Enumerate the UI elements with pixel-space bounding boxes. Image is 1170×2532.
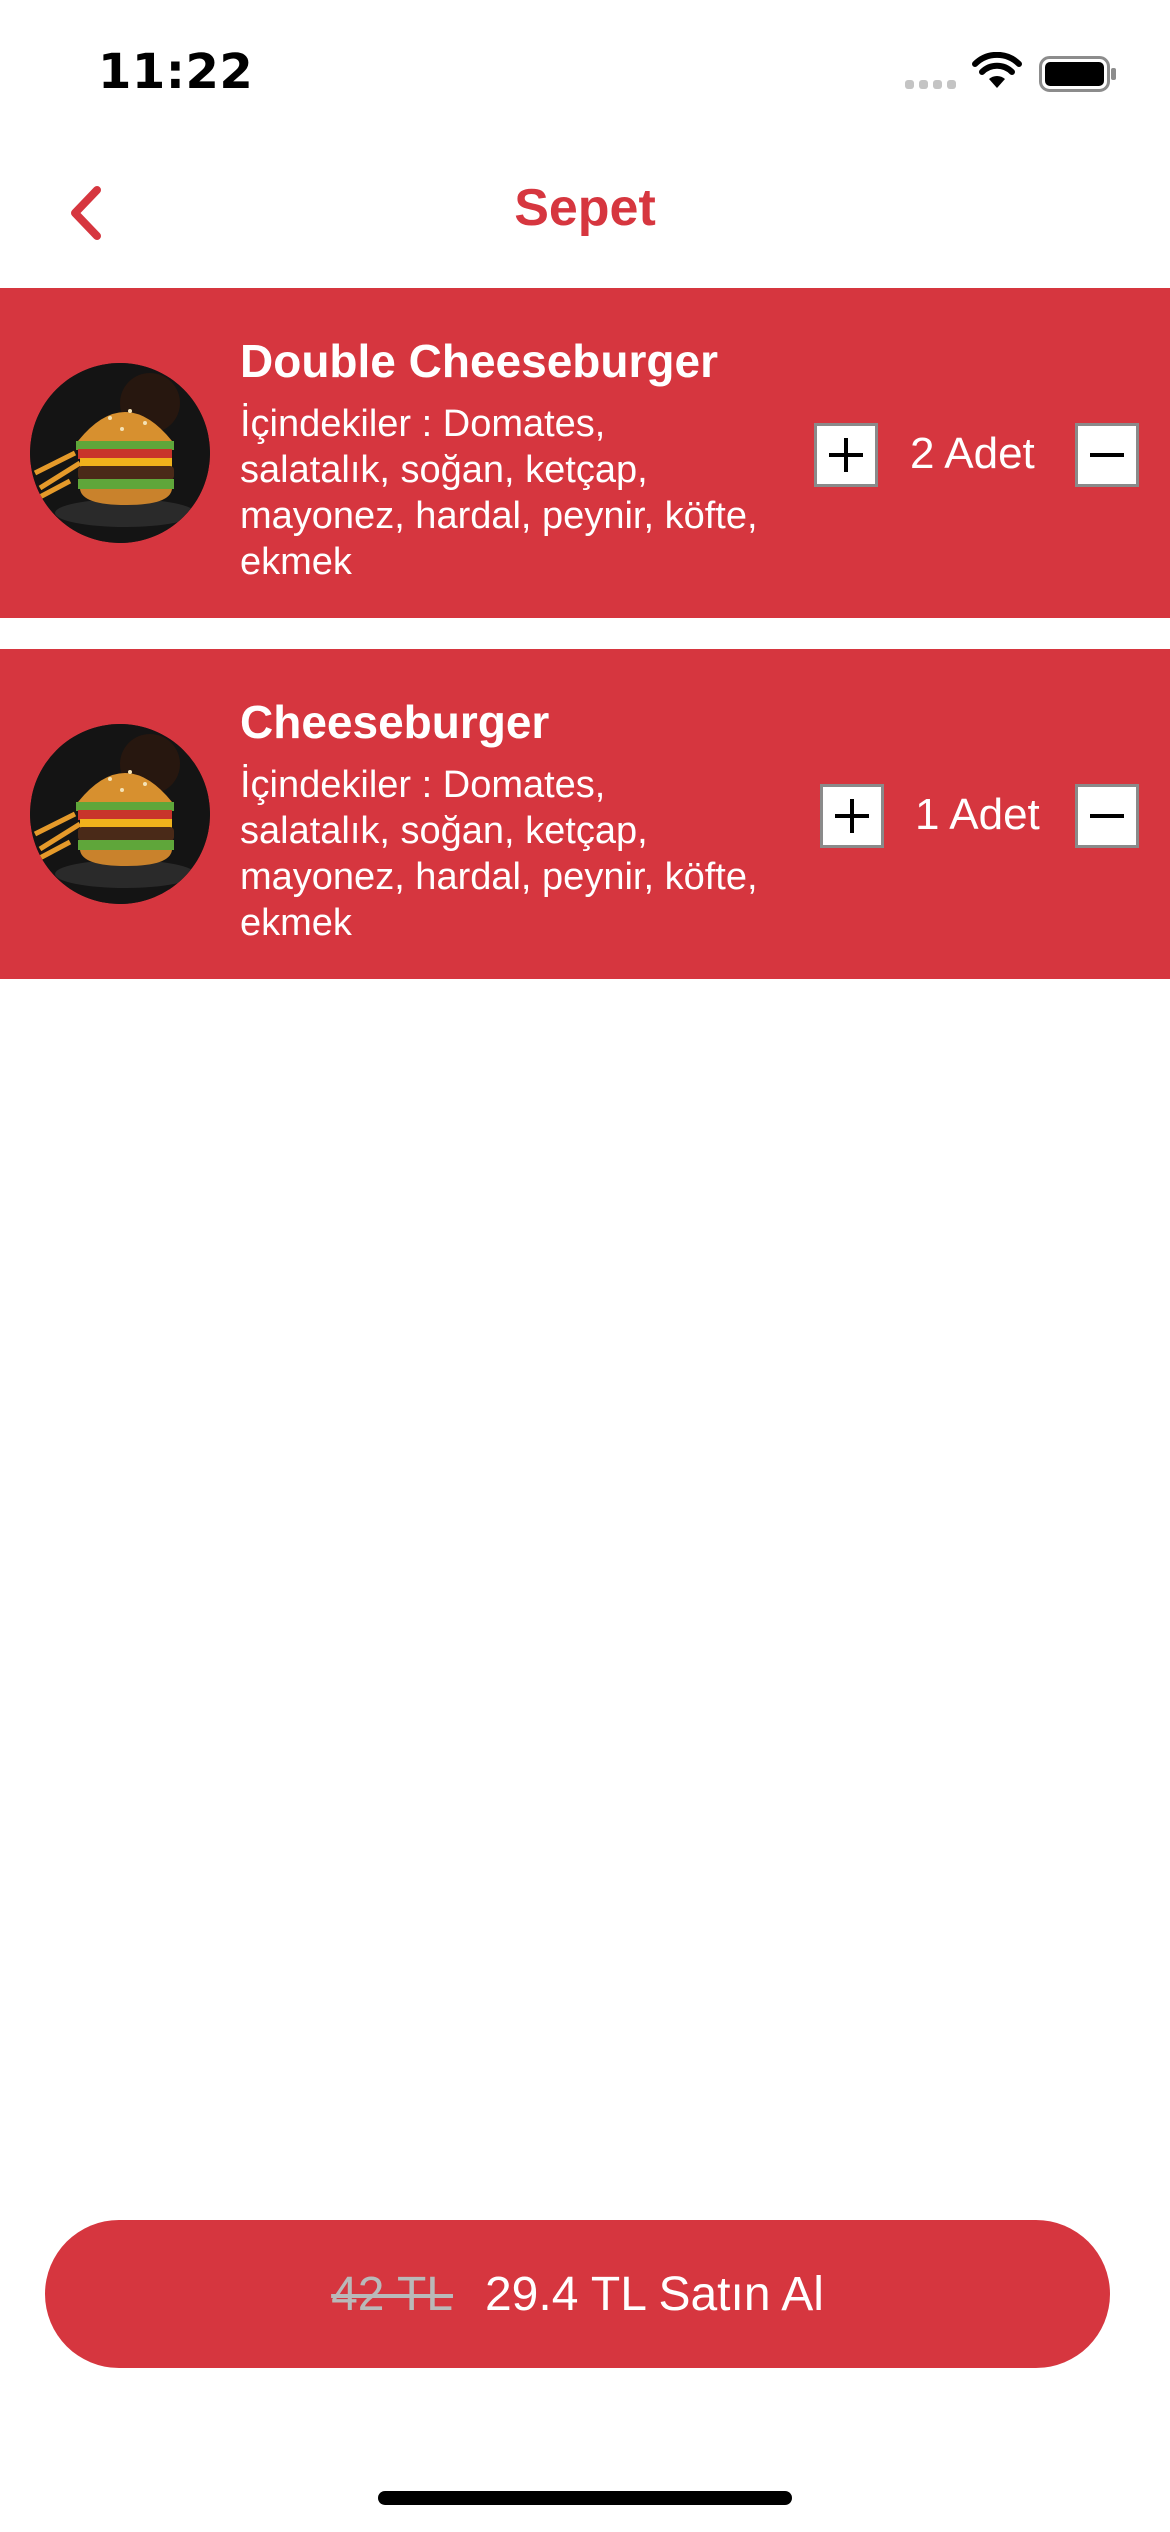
increase-quantity-button[interactable]	[820, 784, 884, 848]
quantity-label: 2 Adet	[910, 429, 1035, 478]
page-title: Sepet	[514, 179, 656, 237]
increase-quantity-button[interactable]	[814, 423, 878, 487]
cellular-signal-icon	[905, 80, 956, 89]
battery-icon	[1039, 56, 1116, 92]
cart-screen: 11:22 Sepet Double Cheeseburger İçindeki…	[0, 0, 1170, 2532]
navigation-bar: Sepet	[0, 140, 1170, 288]
home-indicator[interactable]	[378, 2491, 792, 2505]
plus-icon	[835, 799, 869, 833]
buy-button[interactable]: 42 TL 29.4 TL Satın Al	[45, 2220, 1110, 2368]
minus-icon	[1090, 453, 1124, 457]
original-price: 42 TL	[331, 2267, 453, 2321]
buy-label: 29.4 TL Satın Al	[484, 2267, 824, 2321]
burger-image	[30, 363, 210, 543]
decrease-quantity-button[interactable]	[1075, 784, 1139, 848]
cart-item: Cheeseburger İçindekiler : Domates, sala…	[0, 649, 1170, 979]
plus-icon	[829, 438, 863, 472]
wifi-icon	[972, 52, 1022, 88]
minus-icon	[1090, 814, 1124, 818]
status-bar: 11:22	[0, 0, 1170, 140]
quantity-label: 1 Adet	[915, 790, 1040, 839]
item-name: Double Cheeseburger	[240, 335, 718, 387]
cart-item: Double Cheeseburger İçindekiler : Domate…	[0, 288, 1170, 618]
status-time: 11:22	[98, 44, 254, 100]
decrease-quantity-button[interactable]	[1075, 423, 1139, 487]
item-ingredients: İçindekiler : Domates, salatalık, soğan,…	[240, 403, 758, 583]
item-ingredients: İçindekiler : Domates, salatalık, soğan,…	[240, 764, 758, 944]
item-name: Cheeseburger	[240, 696, 550, 748]
burger-image	[30, 724, 210, 904]
